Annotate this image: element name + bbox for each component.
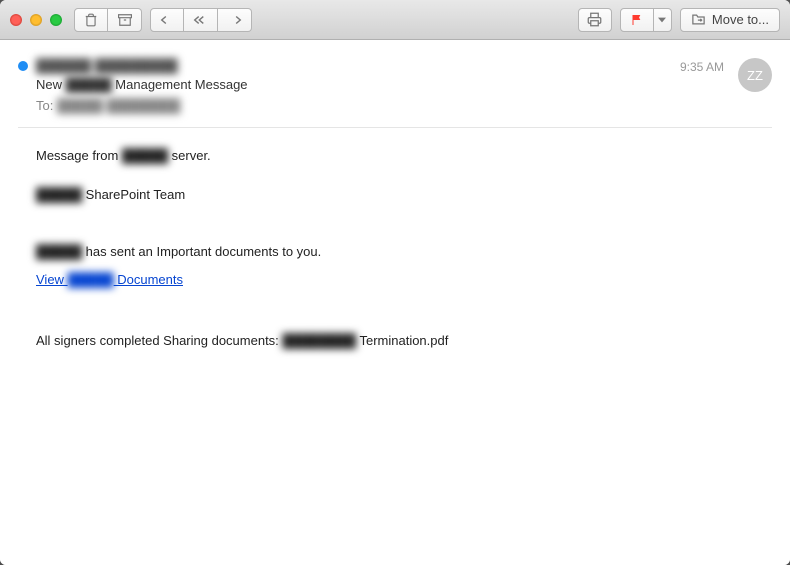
titlebar: Move to... xyxy=(0,0,790,40)
body-line-2: █████ SharePoint Team xyxy=(36,185,754,206)
body-text: SharePoint Team xyxy=(82,187,185,202)
link-redacted: █████ xyxy=(68,270,114,291)
to-row: To: █████ ████████ xyxy=(36,98,772,113)
link-text: View xyxy=(36,272,68,287)
body-link-line: View █████ Documents xyxy=(36,270,754,291)
zoom-window-button[interactable] xyxy=(50,14,62,26)
body-text: has sent an Important documents to you. xyxy=(82,244,321,259)
body-text: server. xyxy=(168,148,211,163)
message-header: ██████ █████████ New █████ Management Me… xyxy=(18,58,772,128)
avatar-initials: ZZ xyxy=(747,68,763,83)
flag-dropdown-button[interactable] xyxy=(654,8,672,32)
subject-prefix: New xyxy=(36,77,66,92)
link-text: Documents xyxy=(114,272,183,287)
trash-icon xyxy=(84,13,98,27)
archive-box-icon xyxy=(118,13,132,27)
body-redacted: █████ xyxy=(36,242,82,263)
body-text: All signers completed Sharing documents: xyxy=(36,333,282,348)
sender-name[interactable]: ██████ █████████ xyxy=(36,58,178,73)
print-button[interactable] xyxy=(578,8,612,32)
reply-all-icon xyxy=(193,14,209,26)
to-label: To: xyxy=(36,98,57,113)
to-recipient[interactable]: █████ ████████ xyxy=(57,98,180,113)
body-text: Termination.pdf xyxy=(356,333,448,348)
subject-suffix: Management Message xyxy=(112,77,248,92)
move-folder-icon xyxy=(691,13,706,26)
junk-button[interactable] xyxy=(108,8,142,32)
view-documents-link[interactable]: View █████ Documents xyxy=(36,272,183,287)
body-line-1: Message from █████ server. xyxy=(36,146,754,167)
close-window-button[interactable] xyxy=(10,14,22,26)
subject-redacted: █████ xyxy=(66,77,112,92)
reply-group xyxy=(150,8,252,32)
move-to-label: Move to... xyxy=(712,12,769,27)
minimize-window-button[interactable] xyxy=(30,14,42,26)
printer-icon xyxy=(587,12,602,27)
move-to-button[interactable]: Move to... xyxy=(680,8,780,32)
sender-row: ██████ █████████ xyxy=(18,58,772,73)
forward-button[interactable] xyxy=(218,8,252,32)
body-text: Message from xyxy=(36,148,122,163)
body-line-4: All signers completed Sharing documents:… xyxy=(36,331,754,352)
avatar[interactable]: ZZ xyxy=(738,58,772,92)
body-redacted: █████ xyxy=(36,185,82,206)
body-redacted: ████████ xyxy=(282,331,356,352)
reply-all-button[interactable] xyxy=(184,8,218,32)
message-body: Message from █████ server. █████ SharePo… xyxy=(18,128,772,370)
flag-icon xyxy=(631,13,643,27)
reply-button[interactable] xyxy=(150,8,184,32)
delete-button[interactable] xyxy=(74,8,108,32)
traffic-lights xyxy=(10,14,62,26)
reply-icon xyxy=(160,14,174,26)
timestamp: 9:35 AM xyxy=(680,60,724,74)
mail-window: Move to... ██████ █████████ New █████ Ma… xyxy=(0,0,790,565)
unread-indicator-icon xyxy=(18,61,28,71)
subject-line: New █████ Management Message xyxy=(36,77,772,92)
delete-junk-group xyxy=(74,8,142,32)
body-redacted: █████ xyxy=(122,146,168,167)
flag-group xyxy=(620,8,672,32)
message-content: ██████ █████████ New █████ Management Me… xyxy=(0,40,790,565)
chevron-down-icon xyxy=(658,17,666,23)
forward-icon xyxy=(228,14,242,26)
flag-button[interactable] xyxy=(620,8,654,32)
body-line-3: █████ has sent an Important documents to… xyxy=(36,242,754,263)
